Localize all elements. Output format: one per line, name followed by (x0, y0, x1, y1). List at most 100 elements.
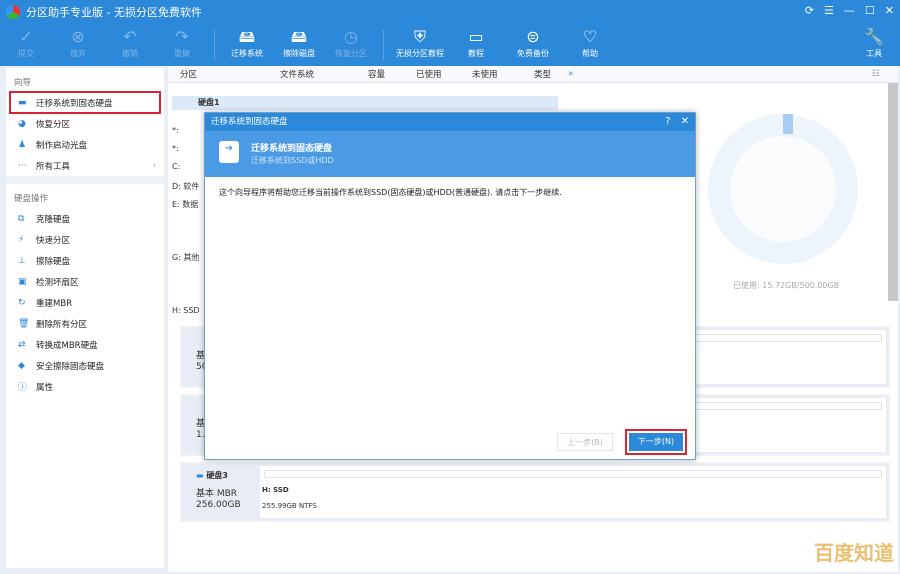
column-header: 分区 文件系统 容量 已使用 未使用 类型 » ☷ (168, 66, 898, 83)
column-settings-icon[interactable]: ☷ (872, 69, 880, 79)
undo-button[interactable]: ↶ 撤销 (104, 24, 156, 59)
toolbar: ✓ 提交 ⊗ 放弃 ↶ 撤销 ↷ 重做 🖴 迁移系统 🖴 擦除磁盘 ◷ 恢复分区 ⛨ 无损分区教… (0, 24, 900, 66)
eraser-icon: ◆ (18, 360, 25, 371)
book-icon: ▭ (468, 27, 484, 46)
partition-info: 255.99GB NTFS (262, 502, 317, 510)
disk-row[interactable]: 硬盘1 (172, 96, 558, 110)
next-button[interactable]: 下一步(N) (625, 429, 687, 455)
free-backup-button[interactable]: ⊜ 免费备份 (502, 24, 564, 59)
col-filesystem[interactable]: 文件系统 (280, 68, 314, 80)
undo-icon: ↶ (123, 27, 137, 46)
cancel-icon: ⊗ (71, 27, 85, 46)
sidebar-item-restore-partition[interactable]: ◕ 恢复分区 (6, 113, 164, 134)
col-partition[interactable]: 分区 (180, 68, 197, 80)
close-icon[interactable]: ✕ (885, 4, 894, 17)
migrate-icon: 🖴 (238, 27, 256, 46)
convert-icon: ⇄ (18, 339, 26, 350)
restore-icon: ◷ (344, 27, 358, 46)
redo-button[interactable]: ↷ 重做 (156, 24, 208, 59)
wipe-disk-button[interactable]: 🖴 擦除磁盘 (273, 24, 325, 59)
lightning-icon: ⚡ (18, 234, 25, 245)
scrollbar[interactable] (888, 83, 898, 301)
migrate-os-button[interactable]: 🖴 迁移系统 (221, 24, 273, 59)
sidebar-item-rebuild-mbr[interactable]: ↻ 重建MBR (6, 292, 164, 313)
sidebar-item-bad-sector[interactable]: ▣ 检测坏扇区 (6, 271, 164, 292)
sidebar-item-migrate-os[interactable]: ▬ 迁移系统到固态硬盘 (9, 91, 161, 114)
sidebar-item-secure-erase[interactable]: ◆ 安全擦除固态硬盘 (6, 355, 164, 376)
heart-icon: ♡ (582, 27, 598, 46)
menu-icon[interactable]: ☰ (824, 4, 834, 17)
col-type[interactable]: 类型 (534, 68, 551, 80)
trash-icon: 🗑 (18, 318, 30, 329)
partition-row[interactable]: D: 软件 (172, 181, 199, 192)
title-bar: 分区助手专业版 - 无损分区免费软件 ⟳ ☰ — ☐ ✕ (0, 0, 900, 24)
maximize-icon[interactable]: ☐ (865, 4, 875, 17)
partition-row[interactable]: E: 数据 (172, 199, 198, 210)
help-button[interactable]: ♡ 帮助 (564, 24, 616, 59)
tutorial-button[interactable]: ▭ 教程 (450, 24, 502, 59)
backup-icon: ⊜ (526, 27, 540, 46)
pie-icon: ◕ (18, 118, 26, 129)
broom-icon: ⊥ (18, 255, 26, 266)
col-used[interactable]: 已使用 (416, 68, 442, 80)
more-icon: ··· (18, 160, 27, 171)
disk-ops-section-title: 硬盘操作 (14, 194, 49, 204)
refresh-icon[interactable]: ⟳ (805, 4, 814, 17)
app-title: 分区助手专业版 - 无损分区免费软件 (26, 6, 202, 19)
commit-button[interactable]: ✓ 提交 (0, 24, 52, 59)
partition-row[interactable]: H: SSD (172, 306, 200, 315)
wipe-disk-icon: 🖴 (290, 27, 308, 46)
col-unused[interactable]: 未使用 (472, 68, 498, 80)
tools-button[interactable]: 🔧 工具 (848, 24, 900, 59)
disk-type: 基本 MBR (196, 489, 238, 499)
usage-donut (708, 114, 858, 264)
sidebar: 向导 ▬ 迁移系统到固态硬盘 ◕ 恢复分区 ♟ 制作启动光盘 ··· 所有工具 › 硬盘操… (6, 68, 164, 568)
used-text: 已使用: 15.72GB/500.00GB (733, 281, 840, 290)
wizard-section-title: 向导 (14, 78, 32, 88)
sidebar-item-delete-all[interactable]: 🗑 删除所有分区 (6, 313, 164, 334)
help-icon[interactable]: ? (665, 113, 670, 131)
prev-button[interactable]: 上一步(B) (557, 433, 613, 451)
tutorial-partition-button[interactable]: ⛨ 无损分区教程 (390, 24, 450, 59)
partition-row[interactable]: C: (172, 162, 180, 171)
watermark: 百度知道 (814, 541, 894, 565)
migrate-os-dialog: 迁移系统到固态硬盘 ? ✕ ➜ 迁移系统到固态硬盘 迁移系统到SSD或HDD 这个… (204, 112, 696, 460)
sidebar-item-all-tools[interactable]: ··· 所有工具 › (6, 155, 164, 176)
discard-button[interactable]: ⊗ 放弃 (52, 24, 104, 59)
wrench-icon: 🔧 (864, 27, 884, 46)
disk-size: 256.00GB (196, 500, 241, 510)
partition-row[interactable]: *: (172, 144, 179, 153)
sidebar-item-quick-partition[interactable]: ⚡ 快速分区 (6, 229, 164, 250)
rebuild-icon: ↻ (18, 297, 26, 308)
disk-arrow-icon: ➜ (219, 141, 239, 163)
chevron-right-icon: › (152, 160, 156, 171)
disk-card[interactable]: ▬ 硬盘3 基本 MBR 256.00GB H: SSD 255.99GB NT… (180, 462, 890, 522)
partition-row[interactable]: G: 其他 (172, 252, 199, 263)
app-logo-icon (6, 5, 20, 19)
shield-icon: ⛨ (413, 27, 426, 46)
sidebar-item-convert-mbr[interactable]: ⇄ 转换成MBR硬盘 (6, 334, 164, 355)
disk-icon: ▬ (18, 97, 27, 108)
info-icon: ⓘ (18, 383, 28, 393)
dialog-subheading: 迁移系统到SSD或HDD (251, 156, 334, 165)
sidebar-item-boot-disc[interactable]: ♟ 制作启动光盘 (6, 134, 164, 155)
clone-icon: ⧉ (18, 213, 25, 224)
dialog-close-icon[interactable]: ✕ (681, 113, 689, 131)
sidebar-item-wipe-disk[interactable]: ⊥ 擦除硬盘 (6, 250, 164, 271)
partition-label: H: SSD (262, 486, 289, 494)
partition-row[interactable]: *: (172, 126, 179, 135)
check-icon: ✓ (19, 27, 33, 46)
more-columns-icon[interactable]: » (568, 69, 573, 79)
sidebar-item-properties[interactable]: ⓘ 属性 (6, 376, 164, 397)
minimize-icon[interactable]: — (844, 4, 855, 17)
restore-partition-button[interactable]: ◷ 恢复分区 (325, 24, 377, 59)
partition-bar[interactable] (264, 470, 882, 478)
dialog-title: 迁移系统到固态硬盘 (211, 117, 288, 127)
dialog-heading: 迁移系统到固态硬盘 (251, 144, 333, 154)
disk-icon: ▬ (196, 471, 204, 480)
redo-icon: ↷ (175, 27, 189, 46)
disk-name: 硬盘3 (206, 471, 228, 480)
col-capacity[interactable]: 容量 (368, 68, 385, 80)
sidebar-item-clone-disk[interactable]: ⧉ 克隆硬盘 (6, 208, 164, 229)
user-icon: ♟ (18, 139, 27, 150)
